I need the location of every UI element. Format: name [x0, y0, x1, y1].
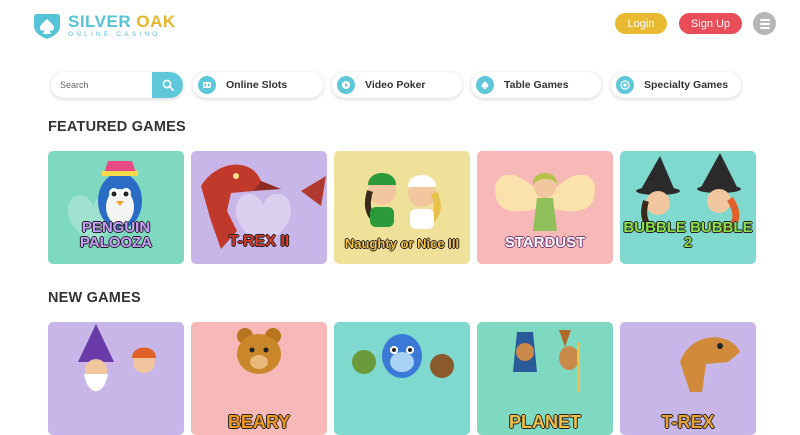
game-title-naughty-or-nice: Naughty or Nice III: [344, 236, 460, 251]
target-icon: [616, 76, 634, 94]
new-games-row: BEARY PLANET T-REX: [48, 322, 756, 435]
nav-table-games-label: Table Games: [504, 79, 569, 91]
nav-video-poker[interactable]: Video Poker: [332, 72, 462, 98]
logo-tagline: ONLINE CASINO: [68, 31, 161, 39]
search-button[interactable]: [152, 72, 183, 98]
game-card-new-1[interactable]: [48, 322, 184, 435]
game-card-planet[interactable]: PLANET: [477, 322, 613, 435]
nav-specialty-games-label: Specialty Games: [644, 79, 729, 91]
game-title-bubble-bubble-2: BUBBLE BUBBLE 2: [623, 219, 753, 251]
search-input[interactable]: [51, 72, 151, 98]
login-button[interactable]: Login: [615, 13, 667, 34]
search-box: [51, 72, 183, 98]
game-title-penguin-palooza: PENGUIN PALOOZA: [79, 219, 153, 251]
game-card-bubble-bubble-2[interactable]: BUBBLE BUBBLE 2: [620, 151, 756, 264]
game-card-penguin-palooza[interactable]: PENGUIN PALOOZA: [48, 151, 184, 264]
yeti-characters-image: [352, 334, 454, 378]
game-card-beary[interactable]: BEARY: [191, 322, 327, 435]
featured-games-heading: FEATURED GAMES: [48, 119, 186, 135]
game-card-new-3[interactable]: [334, 322, 470, 435]
signup-button[interactable]: Sign Up: [679, 13, 742, 34]
game-title-t-rex-ii: T-REX II: [228, 233, 290, 250]
featured-games-row: PENGUIN PALOOZA T-REX II Naughty or Nice…: [48, 151, 756, 264]
nav-online-slots-label: Online Slots: [226, 79, 288, 91]
hamburger-menu-icon[interactable]: [753, 12, 776, 35]
game-card-naughty-or-nice[interactable]: Naughty or Nice III: [334, 151, 470, 264]
nav-table-games[interactable]: Table Games: [471, 72, 601, 98]
game-title-planet: PLANET: [509, 412, 581, 432]
wizard-character-image: [78, 324, 156, 392]
game-card-stardust[interactable]: STARDUST: [477, 151, 613, 264]
new-games-heading: NEW GAMES: [48, 290, 141, 306]
game-title-stardust: STARDUST: [504, 234, 586, 251]
site-logo[interactable]: SILVER OAK ONLINE CASINO: [32, 12, 176, 40]
logo-word-silver: SILVER: [68, 12, 132, 32]
play-icon: [337, 76, 355, 94]
game-title-t-rex: T-REX: [661, 412, 715, 432]
spade-shield-logo-icon: [32, 12, 62, 40]
site-header: SILVER OAK ONLINE CASINO Login Sign Up: [0, 0, 800, 48]
search-icon: [162, 79, 174, 91]
logo-word-oak: OAK: [136, 12, 176, 32]
nav-specialty-games[interactable]: Specialty Games: [611, 72, 741, 98]
spade-icon: [476, 76, 494, 94]
game-card-t-rex-ii[interactable]: T-REX II: [191, 151, 327, 264]
game-title-beary: BEARY: [227, 412, 291, 432]
nav-video-poker-label: Video Poker: [365, 79, 426, 91]
slots-icon: [198, 76, 216, 94]
game-card-t-rex[interactable]: T-REX: [620, 322, 756, 435]
nav-online-slots[interactable]: Online Slots: [193, 72, 323, 98]
